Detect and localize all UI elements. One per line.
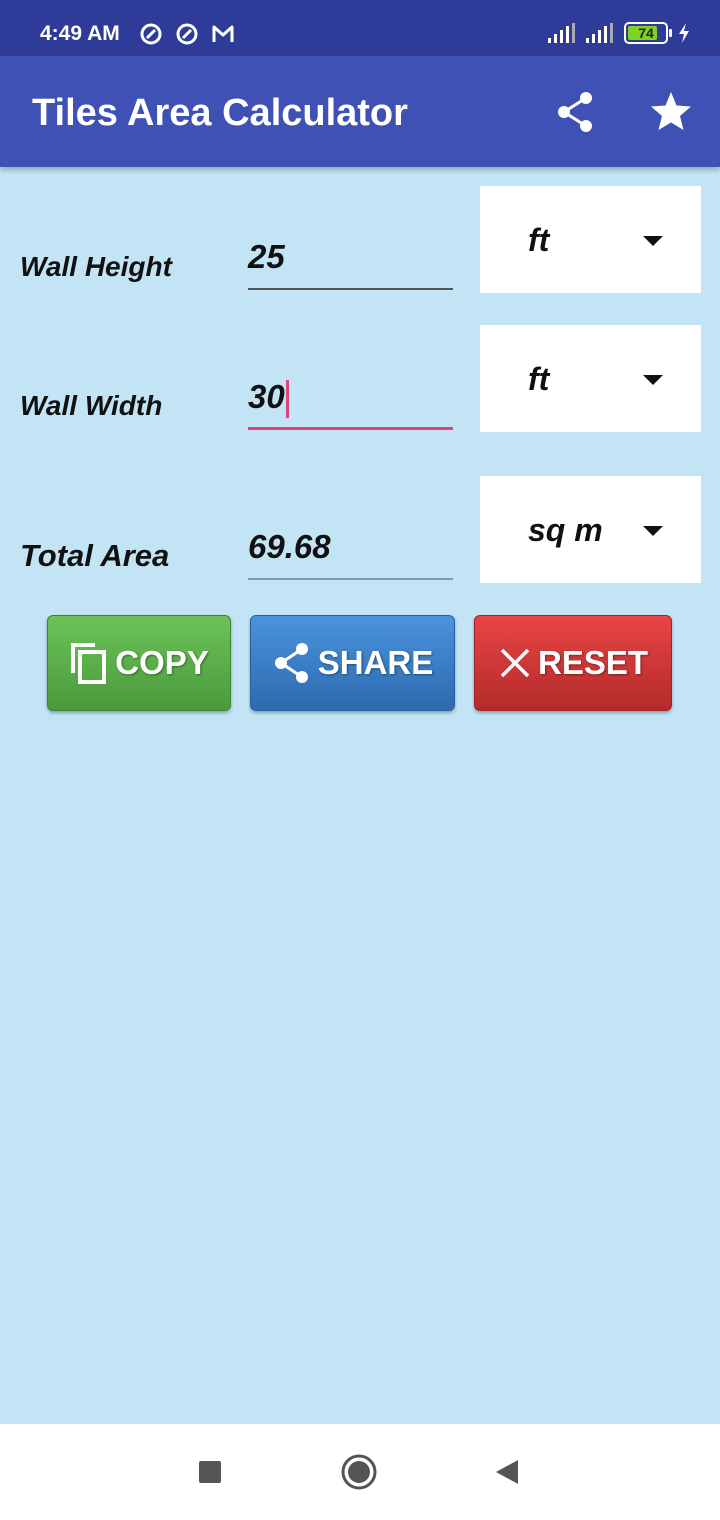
total-area-unit: sq m bbox=[528, 512, 603, 548]
charging-icon bbox=[679, 23, 689, 43]
recents-button[interactable] bbox=[198, 1460, 222, 1484]
total-area-output[interactable]: 69.68 bbox=[248, 520, 453, 580]
wall-height-unit: ft bbox=[528, 222, 550, 258]
wall-width-unit-dropdown[interactable]: ft bbox=[480, 325, 701, 432]
navigation-bar bbox=[0, 1424, 720, 1520]
share-label: SHARE bbox=[317, 644, 434, 681]
status-bar: 4:49 AM 74 bbox=[0, 0, 720, 56]
wall-height-value: 25 bbox=[248, 238, 285, 275]
total-area-value: 69.68 bbox=[248, 528, 331, 565]
signal-icon bbox=[586, 23, 613, 43]
wall-width-label: Wall Width bbox=[20, 390, 163, 421]
wall-width-unit: ft bbox=[528, 361, 550, 397]
copy-label: COPY bbox=[115, 644, 209, 681]
wall-height-label: Wall Height bbox=[20, 251, 172, 282]
battery-level: 74 bbox=[638, 25, 654, 41]
wall-height-input[interactable]: 25 bbox=[248, 230, 453, 290]
total-area-label: Total Area bbox=[20, 538, 170, 573]
dropdown-arrow-icon bbox=[643, 526, 663, 536]
gmail-icon bbox=[212, 25, 234, 42]
close-icon bbox=[500, 648, 530, 678]
wall-width-value-wrap: 30 bbox=[248, 378, 289, 419]
home-button[interactable] bbox=[340, 1453, 378, 1491]
wall-height-unit-dropdown[interactable]: ft bbox=[480, 186, 701, 293]
copy-icon bbox=[71, 643, 107, 684]
wall-width-input[interactable]: 30 bbox=[248, 370, 453, 430]
copy-button[interactable]: COPY bbox=[47, 615, 231, 711]
app-title: Tiles Area Calculator bbox=[32, 92, 408, 134]
reset-label: RESET bbox=[537, 644, 649, 681]
share-icon bbox=[274, 643, 308, 683]
text-cursor bbox=[285, 380, 289, 419]
reset-button[interactable]: RESET bbox=[474, 615, 672, 711]
wall-width-value: 30 bbox=[248, 378, 285, 415]
share-button[interactable]: SHARE bbox=[250, 615, 455, 711]
star-icon[interactable] bbox=[647, 88, 695, 136]
share-icon[interactable] bbox=[552, 88, 600, 136]
data-saver-icon bbox=[140, 23, 162, 45]
dropdown-arrow-icon bbox=[643, 236, 663, 246]
data-saver-icon bbox=[176, 23, 198, 45]
battery-icon: 74 bbox=[624, 22, 672, 44]
back-button[interactable] bbox=[494, 1458, 520, 1486]
signal-icon bbox=[548, 23, 575, 43]
status-right: 74 bbox=[548, 22, 690, 44]
app-bar: Tiles Area Calculator bbox=[0, 56, 720, 167]
dropdown-arrow-icon bbox=[643, 375, 663, 385]
total-area-unit-dropdown[interactable]: sq m bbox=[480, 476, 701, 583]
status-time: 4:49 AM bbox=[40, 22, 120, 45]
